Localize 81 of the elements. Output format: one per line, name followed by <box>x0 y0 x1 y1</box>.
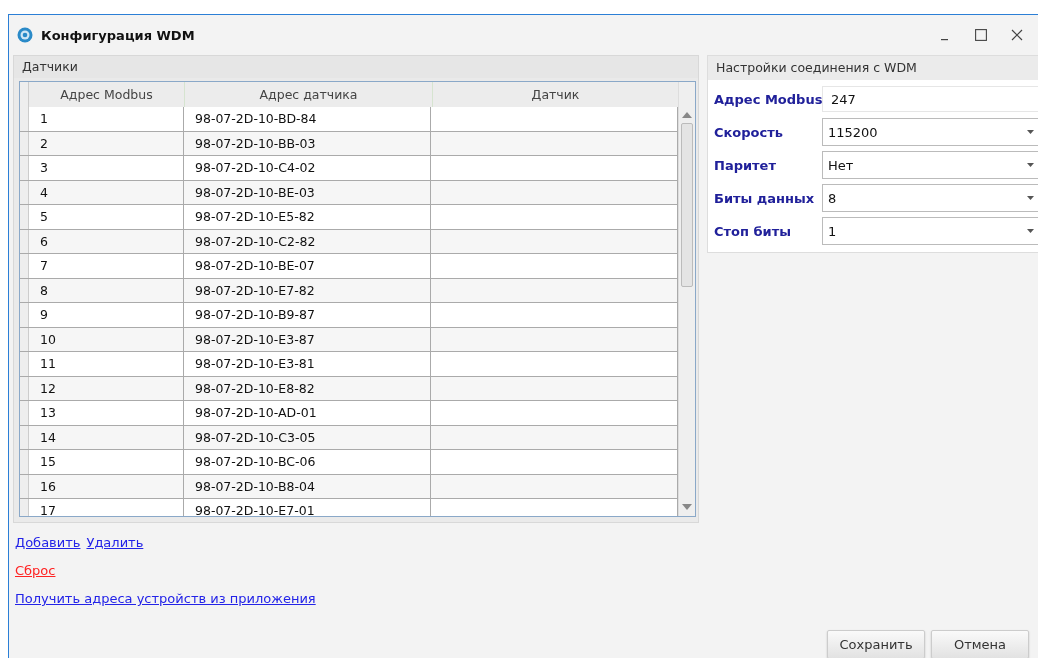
row-header[interactable] <box>20 254 29 278</box>
table-cell: 11 <box>29 352 184 376</box>
row-header[interactable] <box>20 376 29 400</box>
table-cell: 1 <box>29 107 184 131</box>
table-cell: 98-07-2D-10-C4-02 <box>184 156 431 180</box>
caret-icon <box>1027 229 1034 233</box>
table-cell: 98-07-2D-10-AD-01 <box>184 401 431 425</box>
table-cell: 98-07-2D-10-BE-03 <box>184 180 431 204</box>
row-header[interactable] <box>20 401 29 425</box>
row-header[interactable] <box>20 499 29 516</box>
dropdown[interactable]: Нет <box>822 151 1038 179</box>
table-cell: 16 <box>29 474 184 498</box>
table-cell: 98-07-2D-10-C3-05 <box>184 425 431 449</box>
table-cell: 98-07-2D-10-E3-81 <box>184 352 431 376</box>
table-cell: 5 <box>29 205 184 229</box>
row-header[interactable] <box>20 425 29 449</box>
caret-icon <box>1027 163 1034 167</box>
table-cell: 98-07-2D-10-E7-82 <box>184 278 431 302</box>
table-cell: 98-07-2D-10-BD-84 <box>184 107 431 131</box>
table-cell: 98-07-2D-10-B8-04 <box>184 474 431 498</box>
table-cell: 98-07-2D-10-C2-82 <box>184 229 431 253</box>
dropdown[interactable]: 1 <box>822 217 1038 245</box>
table-cell: 14 <box>29 425 184 449</box>
scroll-thumb[interactable] <box>681 123 693 287</box>
table-cell: 4 <box>29 180 184 204</box>
input-field[interactable]: 247 <box>822 86 1038 112</box>
app-icon <box>17 27 33 43</box>
row-header[interactable] <box>20 131 29 155</box>
field-label: Скорость <box>713 124 784 140</box>
scroll-up-icon[interactable] <box>682 112 692 118</box>
table-cell: 2 <box>29 131 184 155</box>
table-cell: 17 <box>29 499 184 516</box>
row-header[interactable] <box>20 327 29 351</box>
maximize-icon[interactable] <box>975 29 987 41</box>
field-label: Стоп биты <box>713 223 792 239</box>
row-header[interactable] <box>20 229 29 253</box>
table-cell: 12 <box>29 376 184 400</box>
scrollbar[interactable] <box>678 82 695 516</box>
dropdown[interactable]: 115200 <box>822 118 1038 146</box>
table-cell: 6 <box>29 229 184 253</box>
table-cell: 98-07-2D-10-E8-82 <box>184 376 431 400</box>
panel-header: Настройки соединения с WDM <box>708 56 1038 80</box>
row-header[interactable] <box>20 180 29 204</box>
field-label: Биты данных <box>713 190 816 206</box>
table-cell: 3 <box>29 156 184 180</box>
caret-icon <box>1027 130 1034 134</box>
link[interactable]: Удалить <box>86 533 144 553</box>
caret-icon <box>1027 196 1034 200</box>
link[interactable]: Получить адреса устройств из приложения <box>15 589 316 609</box>
row-header[interactable] <box>20 303 29 327</box>
window-title: Конфигурация WDM <box>41 27 195 43</box>
row-header[interactable] <box>20 450 29 474</box>
row-header[interactable] <box>20 474 29 498</box>
table-cell: 98-07-2D-10-BE-07 <box>184 254 431 278</box>
table-cell: 13 <box>29 401 184 425</box>
table-cell: 98-07-2D-10-E7-01 <box>184 499 431 516</box>
row-header[interactable] <box>20 278 29 302</box>
link[interactable]: Добавить <box>15 533 81 553</box>
close-icon[interactable] <box>1011 29 1023 41</box>
panel-header: Датчики <box>14 56 698 78</box>
table-cell: 98-07-2D-10-E5-82 <box>184 205 431 229</box>
scroll-down-icon[interactable] <box>682 504 692 510</box>
button[interactable]: Отмена <box>931 630 1029 658</box>
button[interactable]: Сохранить <box>827 630 925 658</box>
row-header[interactable] <box>20 107 29 131</box>
table-cell: 98-07-2D-10-BB-03 <box>184 131 431 155</box>
table-cell: 8 <box>29 278 184 302</box>
row-header[interactable] <box>20 352 29 376</box>
dropdown[interactable]: 8 <box>822 184 1038 212</box>
column-header[interactable]: Датчик <box>433 82 678 107</box>
table-cell: 98-07-2D-10-BC-06 <box>184 450 431 474</box>
table-cell: 98-07-2D-10-E3-87 <box>184 327 431 351</box>
table-cell: 9 <box>29 303 184 327</box>
row-header[interactable] <box>20 156 29 180</box>
table-cell: 15 <box>29 450 184 474</box>
table-cell: 10 <box>29 327 184 351</box>
table-cell: 98-07-2D-10-B9-87 <box>184 303 431 327</box>
field-label: Адрес Modbus <box>713 91 822 107</box>
table-cell: 7 <box>29 254 184 278</box>
row-header[interactable] <box>20 205 29 229</box>
field-label: Паритет <box>713 157 777 173</box>
